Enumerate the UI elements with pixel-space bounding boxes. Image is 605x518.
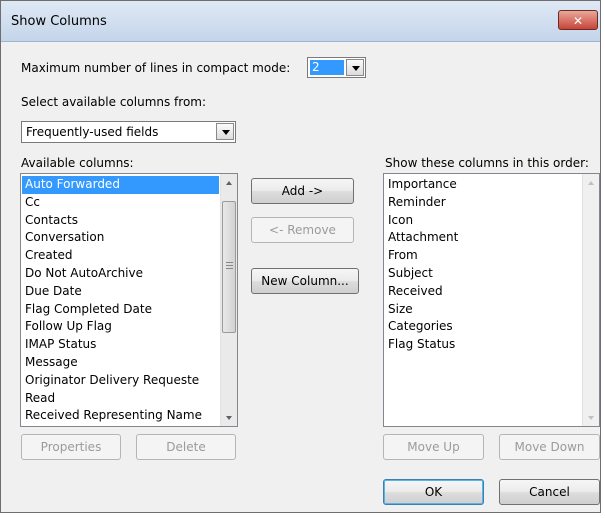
list-item[interactable]: Received	[385, 283, 581, 301]
list-item[interactable]: Received Representing Name	[22, 407, 219, 425]
scroll-thumb[interactable]	[222, 201, 236, 333]
available-columns-label: Available columns:	[21, 156, 134, 170]
close-icon: ✕	[572, 14, 584, 28]
dialog-title: Show Columns	[11, 14, 107, 29]
available-scrollbar[interactable]	[220, 174, 237, 426]
available-items-container: Auto Forwarded Cc Contacts Conversation Crea…	[22, 176, 219, 425]
select-from-label: Select available columns from:	[21, 95, 207, 109]
new-column-button[interactable]: New Column...	[251, 268, 359, 294]
list-item[interactable]: Flag Status	[385, 336, 581, 354]
move-up-button[interactable]: Move Up	[383, 434, 484, 460]
list-item[interactable]: Icon	[385, 212, 581, 230]
compact-lines-label: Maximum number of lines in compact mode:	[21, 61, 291, 75]
list-item[interactable]: Importance	[385, 176, 581, 194]
available-columns-list[interactable]: Auto Forwarded Cc Contacts Conversation Crea…	[20, 173, 238, 427]
list-item[interactable]: Due Date	[22, 283, 219, 301]
list-item[interactable]: Created	[22, 247, 219, 265]
list-item[interactable]: Follow Up Flag	[22, 318, 219, 336]
scroll-up-icon[interactable]	[583, 174, 599, 191]
chevron-down-icon[interactable]	[216, 123, 234, 140]
ok-button[interactable]: OK	[383, 479, 484, 505]
shown-columns-list[interactable]: Importance Reminder Icon Attachment From Subj…	[383, 173, 600, 427]
list-item[interactable]: Message	[22, 354, 219, 372]
chevron-down-icon[interactable]	[346, 59, 364, 76]
shown-scrollbar[interactable]	[582, 174, 599, 426]
move-down-button[interactable]: Move Down	[499, 434, 600, 460]
list-item[interactable]: Originator Delivery Requeste	[22, 372, 219, 390]
list-item[interactable]: IMAP Status	[22, 336, 219, 354]
title-bar[interactable]: Show Columns ✕	[1, 1, 600, 42]
list-item[interactable]: Cc	[22, 194, 219, 212]
shown-items-container: Importance Reminder Icon Attachment From Subj…	[385, 176, 581, 354]
compact-lines-value: 2	[310, 60, 344, 75]
list-item[interactable]: Auto Forwarded	[22, 176, 219, 194]
list-item[interactable]: Reminder	[385, 194, 581, 212]
compact-lines-select[interactable]: 2	[307, 57, 366, 78]
list-item[interactable]: Read	[22, 390, 219, 408]
list-item[interactable]: Categories	[385, 318, 581, 336]
grip-icon	[226, 262, 233, 271]
scroll-down-icon[interactable]	[221, 409, 237, 426]
shown-columns-label: Show these columns in this order:	[385, 156, 589, 170]
column-source-select[interactable]: Frequently-used fields	[21, 121, 236, 143]
list-item[interactable]: Do Not AutoArchive	[22, 265, 219, 283]
properties-button[interactable]: Properties	[21, 434, 121, 460]
list-item[interactable]: From	[385, 247, 581, 265]
list-item[interactable]: Attachment	[385, 229, 581, 247]
close-button[interactable]: ✕	[558, 10, 598, 30]
list-item[interactable]: Contacts	[22, 212, 219, 230]
delete-button[interactable]: Delete	[136, 434, 236, 460]
list-item[interactable]: Conversation	[22, 229, 219, 247]
scroll-up-icon[interactable]	[221, 174, 237, 191]
show-columns-dialog: Show Columns ✕ Maximum number of lines i…	[0, 0, 601, 513]
remove-button[interactable]: <- Remove	[251, 217, 354, 243]
cancel-button[interactable]: Cancel	[499, 479, 600, 505]
add-button[interactable]: Add ->	[251, 178, 354, 204]
list-item[interactable]: Flag Completed Date	[22, 301, 219, 319]
list-item[interactable]: Subject	[385, 265, 581, 283]
scroll-down-icon[interactable]	[583, 409, 599, 426]
list-item[interactable]: Size	[385, 301, 581, 319]
column-source-value: Frequently-used fields	[26, 125, 159, 139]
